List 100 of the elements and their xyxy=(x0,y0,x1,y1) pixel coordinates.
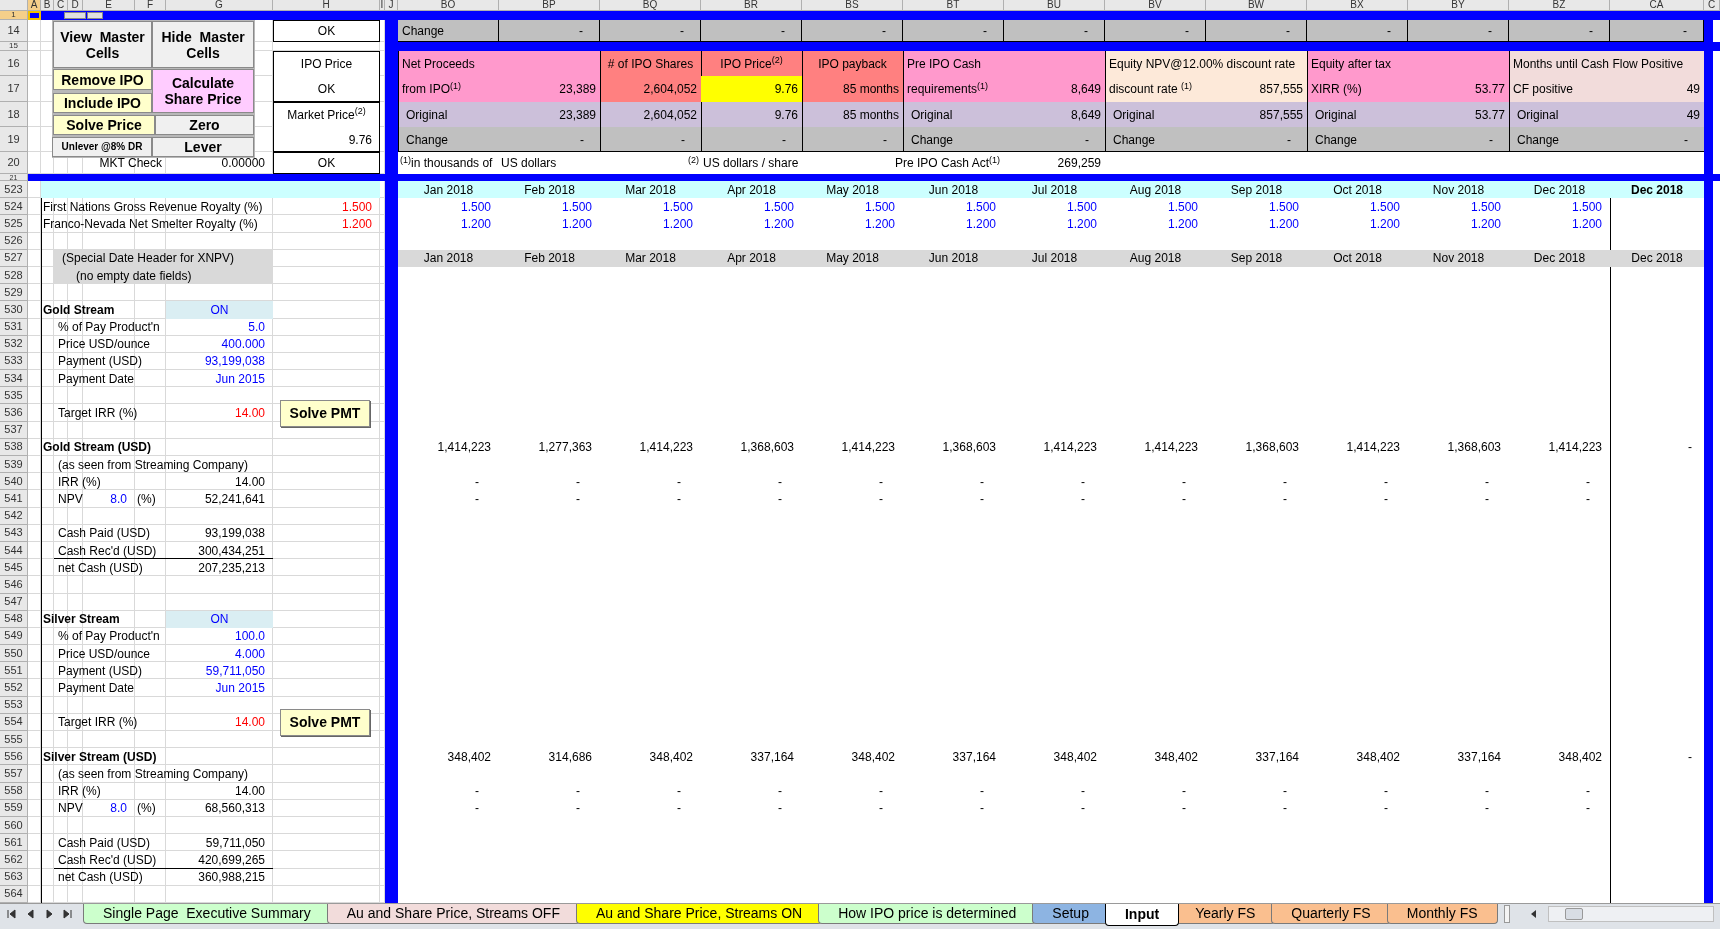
cell-label: Cash Paid (USD) xyxy=(57,526,151,541)
macro-button[interactable]: Lever xyxy=(152,137,254,157)
row-header[interactable]: 530 xyxy=(0,301,28,319)
row-header[interactable]: 550 xyxy=(0,645,28,663)
cell-label: Target IRR (%) xyxy=(57,715,138,730)
kpi-value: 23,389 xyxy=(559,107,597,122)
row-header[interactable]: 556 xyxy=(0,748,28,766)
row-header[interactable]: 523 xyxy=(0,181,28,199)
last-sheet-icon[interactable] xyxy=(63,908,73,919)
column-header[interactable]: BO xyxy=(398,0,499,11)
row-header[interactable]: 16 xyxy=(0,51,28,76)
table-cell-text: - xyxy=(576,801,581,816)
date-header: Nov 2018 xyxy=(1432,182,1485,197)
row-header[interactable]: 20 xyxy=(0,152,28,174)
row-header[interactable]: 524 xyxy=(0,198,28,216)
macro-button[interactable]: Hide Master Cells xyxy=(152,21,254,68)
table-cell-text: - xyxy=(778,491,783,506)
table-cell-text: 337,164 xyxy=(1457,749,1502,764)
row-header[interactable]: 539 xyxy=(0,456,28,474)
column-header[interactable]: G xyxy=(166,0,273,11)
column-header[interactable]: BT xyxy=(903,0,1004,11)
table-cell-text: 1,368,603 xyxy=(942,440,997,455)
macro-button[interactable]: Remove IPO xyxy=(53,69,152,90)
cell-value: 93,199,038 xyxy=(204,354,266,369)
cell-label: Cash Paid (USD) xyxy=(57,835,151,850)
cell-value: 14.00 xyxy=(234,406,266,421)
row-header[interactable]: 545 xyxy=(0,559,28,577)
row-header[interactable]: 19 xyxy=(0,127,28,152)
sheet-tab[interactable]: Input xyxy=(1104,903,1180,926)
column-header[interactable]: E xyxy=(83,0,135,11)
mini-button[interactable] xyxy=(64,12,86,19)
date-header: Dec 2018 xyxy=(1631,251,1683,266)
cell-label: Price USD/ounce xyxy=(57,646,151,661)
column-header[interactable]: CA xyxy=(1610,0,1704,11)
row-header[interactable]: 18 xyxy=(0,102,28,127)
cell-label: net Cash (USD) xyxy=(57,870,143,885)
mini-button[interactable] xyxy=(87,12,103,19)
row-header[interactable]: 552 xyxy=(0,679,28,697)
previous-sheet-icon[interactable] xyxy=(25,908,35,919)
sheet-tab[interactable]: Monthly FS xyxy=(1386,903,1498,924)
row-header[interactable]: 562 xyxy=(0,851,28,869)
row-header[interactable]: 535 xyxy=(0,387,28,405)
row-header[interactable]: 551 xyxy=(0,662,28,680)
macro-button[interactable]: Unlever @8% DR xyxy=(52,137,152,157)
column-header[interactable]: BW xyxy=(1206,0,1307,11)
column-header[interactable]: BX xyxy=(1307,0,1408,11)
column-header[interactable]: BU xyxy=(1004,0,1105,11)
column-header[interactable]: BP xyxy=(499,0,600,11)
macro-button[interactable]: Solve Price xyxy=(53,115,155,135)
row-header[interactable]: 561 xyxy=(0,834,28,852)
table-cell-text: - xyxy=(1182,784,1187,799)
table-cell-text: - xyxy=(677,784,682,799)
cell-label: (%) xyxy=(136,801,156,816)
row-header[interactable]: 541 xyxy=(0,490,28,508)
macro-button[interactable]: Calculate Share Price xyxy=(152,69,254,113)
column-header[interactable]: H xyxy=(273,0,380,11)
table-cell-text: 1,414,223 xyxy=(639,440,694,455)
split-handle[interactable] xyxy=(1503,904,1510,923)
table-cell-text: 1.200 xyxy=(1167,216,1199,231)
row-header[interactable]: 540 xyxy=(0,473,28,491)
row-header[interactable]: 1 xyxy=(0,11,28,20)
scrollbar-thumb[interactable] xyxy=(1564,907,1583,920)
table-cell-text: 1.500 xyxy=(1167,199,1199,214)
row-header[interactable]: 14 xyxy=(0,20,28,42)
row-header[interactable]: 529 xyxy=(0,284,28,302)
macro-button[interactable]: View Master Cells xyxy=(53,21,152,68)
row-header[interactable]: 546 xyxy=(0,576,28,594)
date-header: Jun 2018 xyxy=(928,182,979,197)
cell-value: 52,241,641 xyxy=(204,491,266,506)
solve-button[interactable]: Solve PMT xyxy=(280,399,370,427)
column-header[interactable]: F xyxy=(135,0,166,11)
column-header[interactable]: BS xyxy=(802,0,903,11)
column-header[interactable]: BZ xyxy=(1509,0,1610,11)
row-header[interactable]: 555 xyxy=(0,731,28,749)
table-cell: - xyxy=(1509,20,1610,42)
solve-button[interactable]: Solve PMT xyxy=(280,708,370,736)
table-cell-text: 1,368,603 xyxy=(740,440,795,455)
cell-value: 400.000 xyxy=(221,337,266,352)
kpi-value: - xyxy=(782,132,787,147)
date-header: Jul 2018 xyxy=(1031,182,1078,197)
row-header[interactable]: 17 xyxy=(0,76,28,102)
macro-button[interactable]: Include IPO xyxy=(53,93,152,113)
scrollbar-track[interactable] xyxy=(1547,905,1714,922)
row-header[interactable]: 525 xyxy=(0,215,28,233)
table-cell-text: 1.500 xyxy=(561,199,593,214)
column-header[interactable]: BY xyxy=(1408,0,1509,11)
select-all-button[interactable] xyxy=(0,0,28,11)
row-header[interactable]: 557 xyxy=(0,765,28,783)
table-cell-text: - xyxy=(576,474,581,489)
column-header[interactable]: BQ xyxy=(600,0,701,11)
first-sheet-icon[interactable] xyxy=(6,908,16,919)
date-header: Jan 2018 xyxy=(423,251,474,266)
macro-button[interactable]: Zero xyxy=(155,115,254,135)
kpi-value: 53.77 xyxy=(1474,107,1506,122)
table-cell-text: 1,414,223 xyxy=(1548,440,1603,455)
row-header[interactable]: 536 xyxy=(0,404,28,422)
column-header[interactable]: BV xyxy=(1105,0,1206,11)
column-header[interactable]: BR xyxy=(701,0,802,11)
next-sheet-icon[interactable] xyxy=(44,908,54,919)
row-header[interactable]: 534 xyxy=(0,370,28,388)
